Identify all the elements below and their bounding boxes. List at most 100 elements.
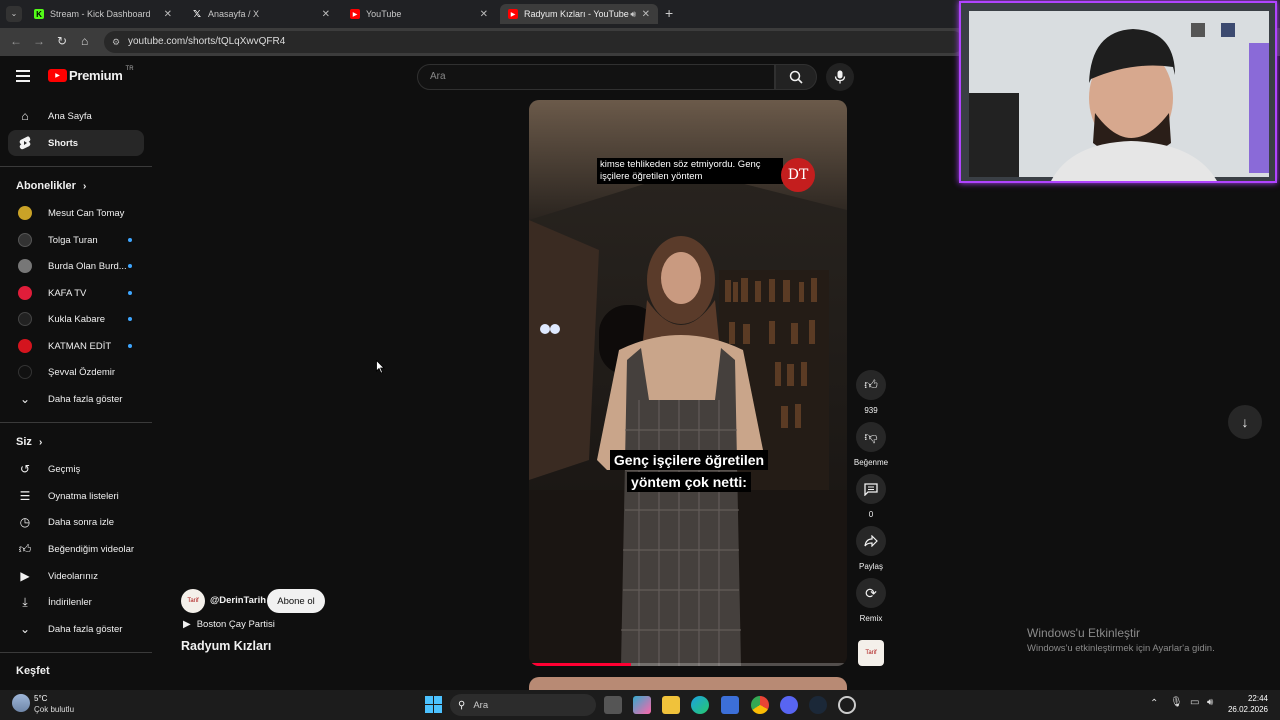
close-icon[interactable]: ✕ bbox=[642, 9, 650, 20]
sidebar: ⌂ Ana Sayfa Shorts Abonelikler › Mesut C… bbox=[0, 56, 155, 690]
steam-icon[interactable] bbox=[809, 696, 827, 714]
channel-avatar[interactable]: Tarif bbox=[181, 589, 205, 613]
tab-label: YouTube bbox=[366, 9, 402, 19]
music-link[interactable]: ▶ Boston Çay Partisi bbox=[183, 619, 275, 630]
show-more-subscriptions[interactable]: ⌄ Daha fazla göster bbox=[8, 386, 144, 412]
remix-icon: ⟳ bbox=[865, 584, 877, 601]
progress-fill bbox=[529, 663, 631, 666]
sidebar-item-watch-later[interactable]: ◷ Daha sonra izle bbox=[8, 509, 144, 535]
sidebar-item-subscription[interactable]: Kukla Kabare bbox=[8, 306, 144, 332]
next-short-preview[interactable] bbox=[529, 677, 847, 690]
share-button[interactable] bbox=[856, 526, 886, 556]
sidebar-item-label: Videolarınız bbox=[48, 570, 98, 582]
site-info-icon[interactable]: ⚙ bbox=[112, 31, 120, 53]
channel-avatar bbox=[18, 339, 32, 353]
new-content-dot bbox=[128, 291, 132, 295]
discord-icon[interactable] bbox=[780, 696, 798, 714]
chrome-icon[interactable] bbox=[751, 696, 769, 714]
edge-icon[interactable] bbox=[691, 696, 709, 714]
video-icon: ▶ bbox=[20, 569, 30, 583]
close-icon[interactable]: ✕ bbox=[164, 9, 172, 20]
sound-thumbnail[interactable]: Tarif bbox=[858, 640, 884, 666]
you-title[interactable]: Siz › bbox=[16, 436, 42, 448]
sidebar-item-home[interactable]: ⌂ Ana Sayfa bbox=[8, 103, 144, 129]
play-icon: ▶ bbox=[183, 619, 191, 630]
new-content-dot bbox=[128, 317, 132, 321]
sidebar-item-subscription[interactable]: Mesut Can Tomay bbox=[8, 200, 144, 226]
short-video-player[interactable]: kimse tehlikeden söz etmiyordu. Genç işç… bbox=[529, 100, 847, 666]
tab-youtube[interactable]: ▶ YouTube ✕ bbox=[342, 4, 496, 24]
tab-list-button[interactable]: ⌄ bbox=[6, 6, 22, 22]
progress-bar[interactable] bbox=[529, 663, 847, 666]
show-more-you[interactable]: ⌄ Daha fazla göster bbox=[8, 616, 144, 642]
channel-avatar bbox=[18, 312, 32, 326]
channel-avatar bbox=[18, 233, 32, 247]
comments-button[interactable] bbox=[856, 474, 886, 504]
weather-icon[interactable] bbox=[12, 694, 30, 712]
taskbar-search[interactable]: ⚲ Ara bbox=[450, 694, 596, 716]
shorts-icon bbox=[16, 136, 34, 150]
subscriptions-title[interactable]: Abonelikler › bbox=[16, 180, 86, 192]
sidebar-item-label: Tolga Turan bbox=[48, 234, 98, 246]
sidebar-item-label: KATMAN EDİT bbox=[48, 340, 112, 352]
sidebar-item-history[interactable]: ↺ Geçmiş bbox=[8, 456, 144, 482]
sidebar-item-your-videos[interactable]: ▶ Videolarınız bbox=[8, 563, 144, 589]
search-input[interactable]: Ara bbox=[417, 64, 775, 90]
sidebar-item-shorts[interactable]: Shorts bbox=[8, 130, 144, 156]
sidebar-item-downloads[interactable]: ⤓ İndirilenler bbox=[8, 589, 144, 615]
tab-x[interactable]: 𝕏 Anasayfa / X ✕ bbox=[184, 4, 338, 24]
file-explorer-icon[interactable] bbox=[662, 696, 680, 714]
reload-icon[interactable]: ↻ bbox=[57, 34, 67, 48]
channel-avatar bbox=[18, 206, 32, 220]
webcam-overlay bbox=[959, 1, 1277, 183]
obs-icon[interactable] bbox=[838, 696, 856, 714]
subscribe-button[interactable]: Abone ol bbox=[267, 589, 325, 613]
sidebar-item-playlists[interactable]: ☰ Oynatma listeleri bbox=[8, 483, 144, 509]
like-button[interactable]: 👍︎ bbox=[856, 370, 886, 400]
tab-radyum-kizlari[interactable]: ▶ Radyum Kızları - YouTube 🔊︎ ✕ bbox=[500, 4, 658, 24]
network-icon[interactable]: ▭ bbox=[1190, 697, 1199, 708]
url-field[interactable]: ⚙ youtube.com/shorts/tQLqXwvQFR4 bbox=[104, 31, 964, 53]
close-icon[interactable]: ✕ bbox=[480, 9, 488, 20]
sidebar-item-liked-videos[interactable]: 👍︎ Beğendiğim videolar bbox=[8, 536, 144, 562]
search-icon: ⚲ bbox=[458, 699, 466, 711]
channel-avatar bbox=[18, 259, 32, 273]
new-tab-button[interactable]: + bbox=[665, 5, 673, 21]
channel-avatar bbox=[18, 286, 32, 300]
next-short-button[interactable]: ↓ bbox=[1228, 405, 1262, 439]
remix-button[interactable]: ⟳ bbox=[856, 578, 886, 608]
widgets-icon[interactable] bbox=[633, 696, 651, 714]
task-view-icon[interactable] bbox=[604, 696, 622, 714]
channel-handle[interactable]: @DerinTarih bbox=[210, 595, 266, 606]
chevron-up-icon[interactable]: ⌃ bbox=[1150, 698, 1158, 709]
like-count: 939 bbox=[864, 406, 878, 415]
search-button[interactable] bbox=[775, 64, 817, 90]
playlist-icon: ☰ bbox=[19, 489, 31, 503]
sidebar-item-label: Shorts bbox=[48, 137, 79, 149]
sidebar-item-subscription[interactable]: Tolga Turan bbox=[8, 227, 144, 253]
store-icon[interactable] bbox=[721, 696, 739, 714]
home-icon[interactable]: ⌂ bbox=[81, 34, 88, 48]
tab-kick[interactable]: K Stream - Kick Dashboard ✕ bbox=[26, 4, 180, 24]
volume-icon[interactable]: 🔊︎ bbox=[1207, 697, 1213, 708]
close-icon[interactable]: ✕ bbox=[322, 9, 330, 20]
sidebar-item-subscription[interactable]: Burda Olan Burd... bbox=[8, 253, 144, 279]
sidebar-item-subscription[interactable]: Şevval Özdemir bbox=[8, 359, 144, 385]
microphone-icon[interactable]: 🎙︎ bbox=[1170, 697, 1183, 708]
forward-icon[interactable]: → bbox=[33, 34, 45, 48]
back-icon[interactable]: ← bbox=[10, 34, 22, 48]
speaker-icon[interactable]: 🔊︎ bbox=[630, 9, 636, 20]
clock-time[interactable]: 22:44 bbox=[1238, 694, 1268, 703]
voice-search-button[interactable] bbox=[826, 63, 854, 91]
windows-start-icon[interactable] bbox=[425, 696, 442, 713]
new-content-dot bbox=[128, 344, 132, 348]
sidebar-item-subscription[interactable]: KAFA TV bbox=[8, 280, 144, 306]
sidebar-item-label: Daha fazla göster bbox=[48, 393, 123, 405]
divider bbox=[0, 166, 152, 167]
sidebar-item-subscription[interactable]: KATMAN EDİT bbox=[8, 333, 144, 359]
comment-count: 0 bbox=[868, 510, 874, 519]
home-icon: ⌂ bbox=[21, 109, 29, 123]
dislike-button[interactable]: 👎︎ bbox=[856, 422, 886, 452]
sidebar-item-label: Beğendiğim videolar bbox=[48, 543, 135, 555]
clock-date[interactable]: 26.02.2026 bbox=[1222, 705, 1268, 714]
